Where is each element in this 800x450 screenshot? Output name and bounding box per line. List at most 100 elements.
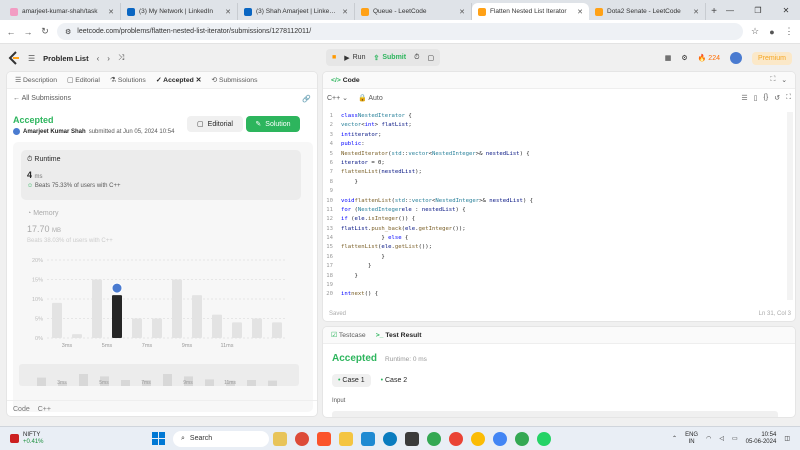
- memory-header[interactable]: ◔ Memory: [27, 210, 58, 217]
- histogram-bar[interactable]: [172, 279, 182, 339]
- histogram-bar[interactable]: [152, 318, 162, 339]
- chrome-profile-4-icon[interactable]: [493, 431, 507, 446]
- next-problem-icon[interactable]: ›: [107, 54, 110, 63]
- browser-tab[interactable]: (3) My Network | LinkedIn ✕: [121, 3, 238, 20]
- runtime-distribution-chart[interactable]: 20% 15% 10% 5% 0% 3ms 5ms 7ms 9ms 11ms: [19, 256, 299, 356]
- prev-problem-icon[interactable]: ‹: [97, 54, 100, 63]
- close-window-icon[interactable]: ✕: [772, 0, 800, 20]
- widgets-icon[interactable]: [273, 431, 287, 446]
- tab-editorial[interactable]: ▢ Editorial: [67, 76, 100, 84]
- tab-close-icon[interactable]: ✕: [108, 8, 114, 16]
- bookmark-icon[interactable]: ▯: [754, 94, 758, 102]
- chrome-profile-3-icon[interactable]: [471, 431, 485, 446]
- vscode-icon[interactable]: [361, 431, 375, 446]
- restore-icon[interactable]: ❐: [744, 0, 772, 20]
- histogram-bar[interactable]: [132, 318, 142, 339]
- chrome-profile-1-icon[interactable]: [427, 431, 441, 446]
- browser-tab[interactable]: Flatten Nested List Iterator ✕: [472, 3, 589, 20]
- auto-mode[interactable]: 🔒 Auto: [358, 94, 383, 102]
- tab-test-result[interactable]: >_ Test Result: [376, 332, 422, 339]
- reload-icon[interactable]: ↻: [40, 26, 50, 37]
- menu-icon[interactable]: ⋮: [784, 26, 794, 37]
- problem-list-link[interactable]: Problem List: [43, 54, 88, 63]
- note-icon[interactable]: ▢: [428, 54, 435, 62]
- timer-icon[interactable]: ⏱: [414, 54, 419, 62]
- histogram-bar[interactable]: [212, 314, 222, 338]
- histogram-bar[interactable]: [92, 279, 102, 339]
- histogram-bar[interactable]: [232, 322, 242, 338]
- maximize-icon[interactable]: ⛶: [771, 76, 776, 84]
- stock-widget[interactable]: NIFTY +0.41%: [10, 432, 130, 446]
- braces-icon[interactable]: {}: [764, 94, 769, 102]
- notification-icon[interactable]: ◫: [784, 435, 790, 442]
- editorial-button[interactable]: ▢ Editorial: [187, 116, 243, 132]
- whatsapp-icon[interactable]: [537, 431, 551, 446]
- taskbar-search[interactable]: ⌕ Search: [173, 430, 269, 447]
- browser-tab[interactable]: Dota2 Senate - LeetCode ✕: [589, 3, 706, 20]
- collapse-icon[interactable]: ⌄: [781, 76, 787, 84]
- bookmark-star-icon[interactable]: ☆: [750, 26, 760, 37]
- tab-close-icon[interactable]: ✕: [577, 8, 583, 16]
- settings-icon[interactable]: ⚙: [681, 54, 687, 62]
- list-icon[interactable]: ☰: [28, 54, 35, 63]
- user-runtime-bar[interactable]: [112, 295, 122, 338]
- layout-icon[interactable]: ▦: [665, 54, 672, 62]
- wifi-icon[interactable]: ◠: [706, 435, 711, 442]
- reset-icon[interactable]: ↺: [774, 94, 780, 102]
- code-editor[interactable]: 1 class NestedIterator { 2 vector < int > fl…: [323, 112, 785, 300]
- edge-icon[interactable]: [383, 431, 397, 446]
- avatar[interactable]: [729, 52, 742, 64]
- tab-submissions[interactable]: ⟲ Submissions: [211, 76, 257, 84]
- format-icon[interactable]: ☰: [741, 94, 747, 102]
- histogram-bar[interactable]: [252, 318, 262, 339]
- runtime-histogram[interactable]: 20% 15% 10% 5% 0% 3ms 5ms 7ms 9ms 11ms: [19, 256, 299, 356]
- tab-close-icon[interactable]: ✕: [459, 8, 465, 16]
- language-indicator[interactable]: ENG IN: [685, 432, 698, 446]
- chrome-profile-2-icon[interactable]: [449, 431, 463, 446]
- solution-button[interactable]: ✎ Solution: [246, 116, 300, 132]
- tab-accepted[interactable]: ✓ Accepted ✕: [156, 76, 202, 84]
- tab-close-icon[interactable]: ✕: [693, 8, 699, 16]
- runtime-box[interactable]: ⏱ Runtime 4 ms ☺ Beats 75.33% of users w…: [21, 150, 301, 200]
- chrome-icon[interactable]: [295, 431, 309, 446]
- histogram-bar[interactable]: [52, 302, 62, 338]
- submit-button[interactable]: ⇪ Submit: [373, 54, 406, 62]
- tab-testcase[interactable]: ☑ Testcase: [331, 331, 366, 339]
- file-explorer-icon[interactable]: [339, 431, 353, 446]
- brave-icon[interactable]: [317, 431, 331, 446]
- editor-scrollbar[interactable]: [787, 112, 793, 300]
- case-1-button[interactable]: • Case 1: [332, 374, 371, 387]
- tab-solutions[interactable]: ⚗ Solutions: [110, 76, 146, 84]
- minimize-icon[interactable]: —: [716, 0, 744, 20]
- forward-icon[interactable]: →: [23, 27, 33, 37]
- streak-counter[interactable]: 🔥 224: [698, 54, 720, 62]
- store-icon[interactable]: [405, 431, 419, 446]
- histogram-bar[interactable]: [272, 322, 282, 338]
- browser-tab[interactable]: Queue - LeetCode ✕: [355, 3, 472, 20]
- link-icon[interactable]: 🔗: [302, 95, 311, 103]
- windows-start-icon[interactable]: [152, 432, 165, 445]
- tab-close-icon[interactable]: ✕: [225, 8, 231, 16]
- input-box[interactable]: [332, 411, 778, 417]
- volume-icon[interactable]: ◁: [719, 435, 724, 442]
- debug-icon[interactable]: ■: [332, 54, 336, 61]
- distribution-minimap[interactable]: 3ms 5ms 7ms 9ms 11ms: [19, 364, 299, 386]
- all-submissions-link[interactable]: ← All Submissions: [13, 95, 71, 103]
- clock[interactable]: 10:54 05-06-2024: [746, 432, 777, 446]
- url-field[interactable]: ⚙ leetcode.com/problems/flatten-nested-l…: [57, 23, 743, 40]
- histogram-bar[interactable]: [192, 295, 202, 338]
- browser-tab[interactable]: amarjeet-kumar-shah/task ✕: [4, 3, 121, 20]
- leetcode-logo-icon[interactable]: [8, 51, 20, 65]
- language-select[interactable]: C++ ⌄: [327, 94, 348, 102]
- back-icon[interactable]: ←: [6, 27, 16, 37]
- author-name[interactable]: Amarjeet Kumar Shah: [23, 129, 86, 135]
- profile-icon[interactable]: ●: [767, 27, 777, 37]
- shuffle-icon[interactable]: ⤨: [118, 53, 124, 63]
- premium-button[interactable]: Premium: [751, 51, 792, 65]
- battery-icon[interactable]: ▭: [732, 435, 738, 442]
- tab-close-icon[interactable]: ✕: [342, 8, 348, 16]
- tray-overflow-icon[interactable]: ⌃: [672, 435, 677, 442]
- case-2-button[interactable]: • Case 2: [375, 374, 414, 387]
- minimap-svg[interactable]: 3ms 5ms 7ms 9ms 11ms: [19, 364, 299, 386]
- run-button[interactable]: ▶ Run: [344, 54, 365, 62]
